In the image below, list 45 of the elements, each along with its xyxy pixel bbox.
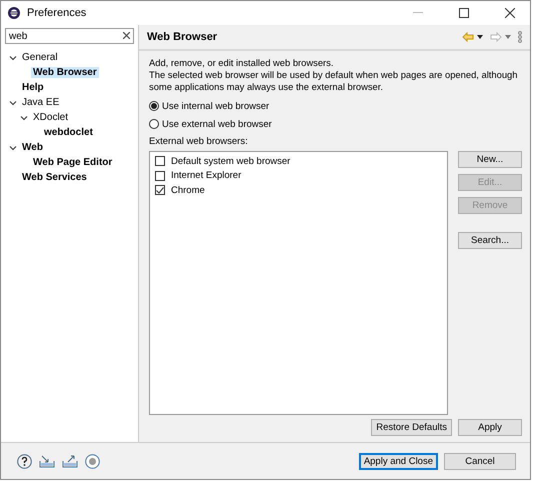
tree-item[interactable]: Help	[20, 82, 46, 93]
export-icon[interactable]	[62, 454, 78, 468]
tree-item[interactable]: webdoclet	[42, 127, 95, 138]
restore-defaults-button[interactable]: Restore Defaults	[371, 419, 452, 436]
page-title: Web Browser	[147, 31, 218, 43]
tree-item[interactable]: Web Page Editor	[31, 157, 114, 168]
help-icon[interactable]	[17, 454, 32, 468]
tree-item[interactable]: Java EE	[20, 97, 62, 108]
radio-label[interactable]: Use internal web browser	[162, 100, 270, 112]
tree-item[interactable]: Web	[20, 142, 45, 153]
list-button[interactable]: New...	[458, 151, 522, 168]
maximize-icon[interactable]	[459, 8, 469, 18]
app-icon	[7, 6, 21, 20]
radio-button[interactable]	[149, 101, 159, 111]
chevron-icon[interactable]	[9, 98, 17, 106]
chevron-icon[interactable]	[9, 54, 17, 62]
close-icon[interactable]	[505, 8, 515, 18]
apply-button[interactable]: Apply	[458, 419, 522, 436]
dropdown-icon[interactable]	[477, 35, 483, 39]
browser-name[interactable]: Internet Explorer	[171, 170, 242, 182]
cancel-button[interactable]: Cancel	[444, 452, 516, 470]
description-text: The selected web browser will be used by default when web pages are opened, although some applications may always use the external browser.	[149, 69, 518, 93]
description-text: Add, remove, or edit installed web browsers.	[149, 57, 334, 69]
list-label: External web browsers:	[149, 136, 249, 147]
radio-label[interactable]: Use external web browser	[162, 118, 272, 130]
record-icon[interactable]	[85, 454, 100, 468]
browser-name[interactable]: Default system web browser	[171, 156, 290, 167]
tree-item[interactable]: Web Browser	[31, 67, 99, 78]
chevron-icon[interactable]	[9, 144, 17, 152]
clear-icon[interactable]	[123, 32, 130, 39]
checkbox[interactable]	[155, 170, 165, 181]
checkbox[interactable]	[155, 185, 165, 196]
radio-button[interactable]	[149, 119, 159, 129]
chevron-icon[interactable]	[20, 114, 28, 122]
import-icon[interactable]	[39, 454, 55, 468]
list-button[interactable]: Search...	[458, 232, 522, 249]
more-icon[interactable]	[518, 31, 522, 43]
filter-field[interactable]: web	[5, 28, 134, 44]
tree-item[interactable]: Web Services	[20, 172, 89, 183]
window-title: Preferences	[27, 7, 88, 19]
browser-name[interactable]: Chrome	[171, 184, 205, 196]
tree-item[interactable]: General	[20, 52, 60, 63]
apply-and-close-button[interactable]: Apply and Close	[358, 452, 438, 470]
checkbox[interactable]	[155, 156, 165, 166]
tree-item[interactable]: XDoclet	[31, 112, 70, 123]
